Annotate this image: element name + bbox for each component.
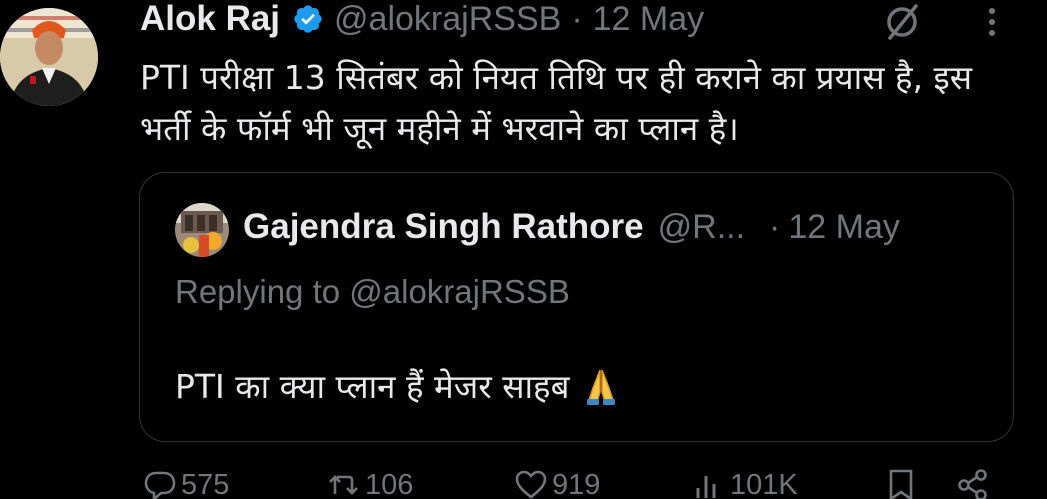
replying-to-label: Replying to @alokrajRSSB [175,273,570,310]
repost-icon [329,475,358,495]
grok-icon[interactable] [880,0,924,44]
avatar[interactable] [0,8,98,106]
share-button[interactable] [956,468,994,499]
tweet-date[interactable]: 12 May [593,0,705,39]
bookmark-icon [889,469,913,499]
repost-count: 106 [365,468,414,499]
folded-hands-icon [581,366,621,406]
quote-author-name[interactable]: Gajendra Singh Rathore [243,207,644,247]
reply-icon [144,471,176,499]
quote-text: PTI का क्या प्लान हैं मेजर साहब [175,363,621,408]
reply-count: 575 [181,468,230,499]
author-handle[interactable]: @alokrajRSSB [334,0,561,39]
quoted-tweet-card[interactable]: Gajendra Singh Rathore @R... · 12 May Re… [139,172,1014,442]
separator-dot: · [571,0,583,38]
action-bar: 575 106 919 101K [0,468,1047,499]
separator-dot: · [769,207,781,246]
tweet-header: Alok Raj @alokrajRSSB · 12 May [140,0,704,44]
quote-date[interactable]: 12 May [788,208,900,247]
analytics-icon [696,476,716,498]
share-icon [958,469,987,499]
quote-avatar[interactable] [175,203,229,257]
like-count: 919 [552,468,601,499]
tweet-text: PTI परीक्षा 13 सितंबर को नियत तिथि पर ही… [140,58,973,148]
views-button[interactable]: 101K [692,468,798,499]
verified-badge-icon[interactable] [292,3,324,35]
quote-header: Gajendra Singh Rathore @R... · 12 May [243,207,900,247]
author-name[interactable]: Alok Raj [140,0,280,39]
more-options-icon[interactable] [974,2,1010,42]
bookmark-button[interactable] [884,468,922,499]
quote-author-handle[interactable]: @R... [658,208,745,247]
reply-button[interactable]: 575 [143,468,229,499]
quote-text-content: PTI का क्या प्लान हैं मेजर साहब [175,367,570,406]
heart-icon [515,470,547,499]
view-count: 101K [730,468,798,499]
repost-button[interactable]: 106 [327,468,413,499]
like-button[interactable]: 919 [514,468,600,499]
